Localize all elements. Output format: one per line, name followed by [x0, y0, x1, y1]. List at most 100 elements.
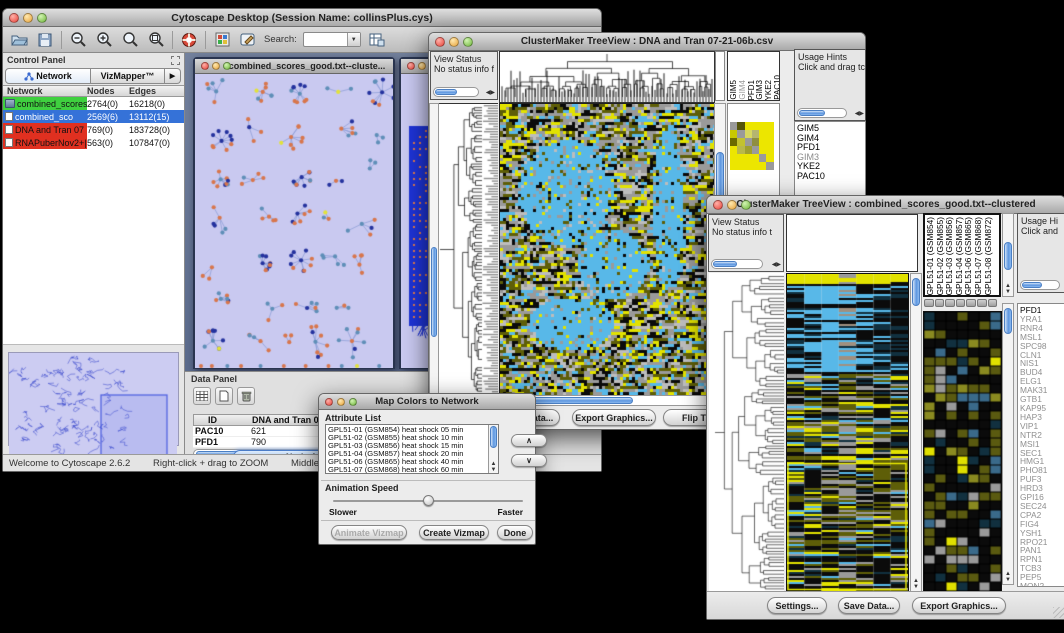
network-table-header[interactable]: Network Nodes Edges: [3, 85, 184, 97]
matrix-cell[interactable]: [759, 162, 766, 170]
zoom-button[interactable]: [223, 62, 231, 70]
matrix-cell[interactable]: [730, 122, 737, 130]
zoom-fit-icon[interactable]: [146, 30, 166, 50]
matrix-cell[interactable]: [737, 146, 744, 154]
tv2-usage-hscrollbar[interactable]: [1020, 280, 1060, 290]
tv1-column-label[interactable]: PAC10: [774, 75, 780, 100]
close-button[interactable]: [201, 62, 209, 70]
network-view-canvas[interactable]: [195, 74, 393, 368]
tv2-zoom-heatmap-canvas[interactable]: [923, 311, 1002, 593]
matrix-cell[interactable]: [745, 146, 752, 154]
scroll-thumb[interactable]: [799, 110, 825, 116]
done-button[interactable]: Done: [497, 525, 533, 540]
minimize-button[interactable]: [727, 200, 737, 210]
minimize-button[interactable]: [23, 13, 33, 23]
matrix-cell[interactable]: [745, 162, 752, 170]
zoom-selected-icon[interactable]: [120, 30, 140, 50]
network-name-cell[interactable]: RNAPuberNov2+|: [3, 136, 87, 149]
network-name-cell[interactable]: combined_scores: [3, 97, 87, 110]
tv1-similarity-matrix[interactable]: [730, 122, 774, 170]
tv2-row-dendrogram[interactable]: [709, 273, 784, 592]
create-vizmap-button[interactable]: Create Vizmap: [419, 525, 489, 540]
scroll-arrows-icon[interactable]: ▲▼: [489, 461, 498, 473]
scroll-arrows-icon[interactable]: ◀▶: [855, 110, 864, 117]
matrix-cell[interactable]: [737, 162, 744, 170]
scroll-thumb[interactable]: [912, 278, 920, 306]
matrix-cell[interactable]: [745, 138, 752, 146]
tv1-heatmap-canvas[interactable]: [499, 103, 715, 396]
resize-grip[interactable]: [1053, 607, 1064, 618]
matrix-cell[interactable]: [752, 138, 759, 146]
scroll-thumb[interactable]: [1004, 308, 1012, 334]
col-nodes[interactable]: Nodes: [87, 86, 129, 96]
zoom-header-cell[interactable]: [977, 299, 987, 307]
col-id[interactable]: ID: [194, 415, 252, 425]
zoom-header-cell[interactable]: [966, 299, 976, 307]
zoom-button[interactable]: [741, 200, 751, 210]
scroll-arrows-icon[interactable]: ◀▶: [486, 89, 495, 96]
matrix-cell[interactable]: [752, 122, 759, 130]
tab-overflow-arrow[interactable]: ▶: [165, 68, 181, 84]
zoom-button[interactable]: [349, 398, 357, 406]
search-input[interactable]: ▼: [303, 32, 361, 47]
save-icon[interactable]: [35, 30, 55, 50]
zoom-button[interactable]: [37, 13, 47, 23]
close-button[interactable]: [9, 13, 19, 23]
network-overview-canvas[interactable]: [9, 353, 177, 465]
matrix-cell[interactable]: [759, 122, 766, 130]
tv1-left-vscrollbar[interactable]: [429, 103, 439, 394]
network-row[interactable]: combined_scores 2764(0) 16218(0): [3, 97, 184, 110]
tab-vizmapper[interactable]: VizMapper™: [91, 68, 165, 84]
matrix-cell[interactable]: [745, 154, 752, 162]
tv2-column-label[interactable]: GPL51-08 (GSM872): [984, 217, 994, 295]
slider-thumb[interactable]: [423, 495, 434, 506]
matrix-cell[interactable]: [737, 122, 744, 130]
tv2-labels-vscrollbar[interactable]: ▲▼: [1002, 213, 1014, 297]
network-view-titlebar[interactable]: combined_scores_good.txt--cluste...: [195, 59, 393, 74]
minimize-button[interactable]: [449, 37, 459, 47]
tv2-settings-button[interactable]: Settings...: [767, 597, 827, 614]
matrix-cell[interactable]: [759, 130, 766, 138]
matrix-cell[interactable]: [759, 146, 766, 154]
scroll-arrows-icon[interactable]: ◀▶: [772, 261, 781, 268]
matrix-cell[interactable]: [730, 138, 737, 146]
col-edges[interactable]: Edges: [129, 86, 181, 96]
tv2-export-graphics-button[interactable]: Export Graphics...: [912, 597, 1006, 614]
animate-vizmap-button[interactable]: Animate Vizmap: [331, 525, 407, 540]
scroll-arrows-icon[interactable]: ▲▼: [911, 578, 921, 590]
trash-icon[interactable]: [237, 387, 255, 405]
matrix-cell[interactable]: [759, 138, 766, 146]
zoom-header-cell[interactable]: [935, 299, 945, 307]
zoom-header-cell[interactable]: [924, 299, 934, 307]
col-network[interactable]: Network: [3, 86, 87, 96]
scroll-arrows-icon[interactable]: ▲▼: [1003, 571, 1013, 583]
matrix-cell[interactable]: [730, 154, 737, 162]
float-panel-icon[interactable]: [171, 56, 180, 65]
close-button[interactable]: [407, 62, 415, 70]
animation-speed-slider[interactable]: [333, 494, 523, 508]
dialog-titlebar[interactable]: Map Colors to Network: [319, 394, 535, 410]
matrix-cell[interactable]: [766, 146, 773, 154]
tv2-heatmap-canvas[interactable]: [786, 273, 909, 594]
tv1-gene-label[interactable]: PAC10: [797, 172, 865, 182]
scroll-thumb[interactable]: [431, 247, 437, 337]
attribute-item[interactable]: GPL51-07 (GSM868) heat shock 60 min: [328, 466, 498, 474]
zoom-header-cell[interactable]: [988, 299, 998, 307]
scroll-arrows-icon[interactable]: ▲▼: [1003, 283, 1013, 295]
scroll-thumb[interactable]: [1004, 242, 1012, 270]
attribute-list-vscrollbar[interactable]: ▲▼: [488, 425, 498, 473]
zoom-button[interactable]: [463, 37, 473, 47]
tv2-save-data-button[interactable]: Save Data...: [838, 597, 900, 614]
import-table-icon[interactable]: [367, 30, 387, 50]
tv2-gene-label[interactable]: MON2: [1020, 582, 1064, 587]
matrix-cell[interactable]: [759, 154, 766, 162]
annotation-icon[interactable]: [238, 30, 258, 50]
close-button[interactable]: [713, 200, 723, 210]
matrix-cell[interactable]: [730, 162, 737, 170]
select-attributes-icon[interactable]: [193, 387, 211, 405]
network-name-cell[interactable]: DNA and Tran 07: [3, 123, 87, 136]
open-icon[interactable]: [9, 30, 29, 50]
network-row[interactable]: RNAPuberNov2+| 563(0) 107847(0): [3, 136, 184, 149]
minimize-button[interactable]: [418, 62, 426, 70]
matrix-cell[interactable]: [766, 130, 773, 138]
